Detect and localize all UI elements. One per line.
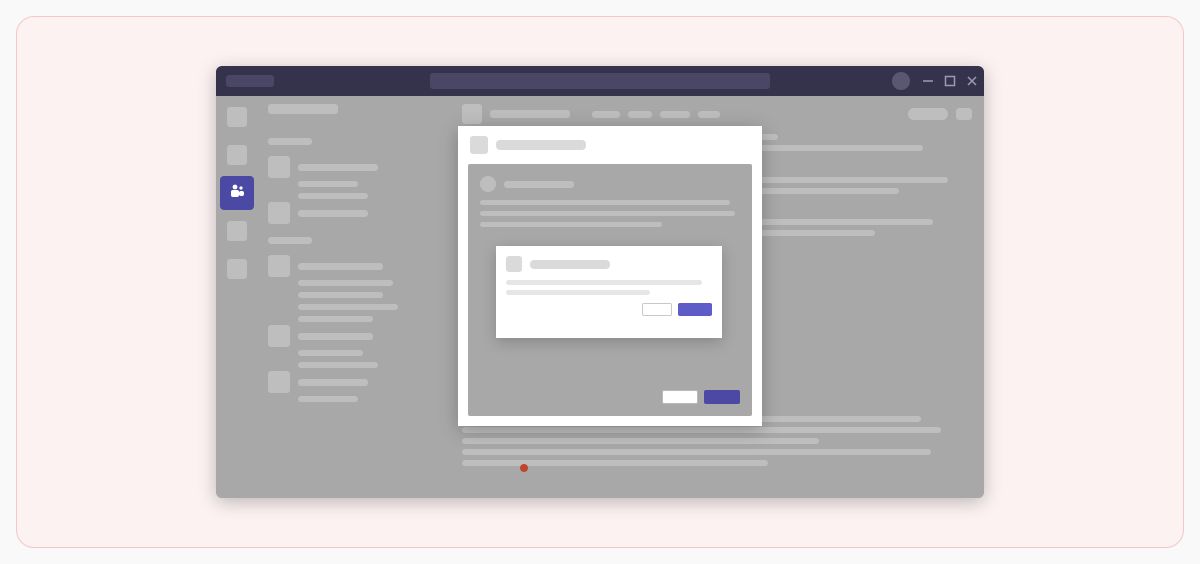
- dialog-title: [496, 140, 586, 150]
- post-line: [462, 427, 941, 433]
- rail-item-chat[interactable]: [220, 138, 254, 172]
- calendar-icon: [227, 221, 247, 241]
- header-action-button[interactable]: [908, 108, 948, 120]
- chat-icon: [227, 145, 247, 165]
- rail-item-teams[interactable]: [220, 176, 254, 210]
- team-avatar-icon: [268, 156, 290, 178]
- sidebar-channel-item[interactable]: [298, 280, 393, 286]
- sidebar-team-name: [298, 263, 383, 270]
- sidebar-section-label: [268, 138, 312, 145]
- sidebar-channel-item[interactable]: [298, 350, 363, 356]
- avatar[interactable]: [892, 72, 910, 90]
- sidebar-team-item[interactable]: [268, 153, 448, 181]
- sidebar-team-name: [298, 333, 373, 340]
- team-avatar-icon: [268, 371, 290, 393]
- team-avatar-icon: [268, 325, 290, 347]
- sidebar-channel-item[interactable]: [298, 181, 358, 187]
- maximize-icon[interactable]: [944, 75, 956, 87]
- post-line: [462, 449, 931, 455]
- rail-item-activity[interactable]: [220, 100, 254, 134]
- team-avatar-icon: [268, 202, 290, 224]
- dialog-post-avatar-icon: [480, 176, 496, 192]
- dialog-body: [468, 164, 752, 416]
- sidebar-team-name: [298, 164, 378, 171]
- sidebar-header: [268, 104, 338, 114]
- channel-title: [490, 110, 570, 118]
- header-more-button[interactable]: [956, 108, 972, 120]
- sidebar-team-name: [298, 210, 368, 217]
- sidebar-channel-item[interactable]: [298, 304, 398, 310]
- sidebar-team-item[interactable]: [268, 252, 448, 280]
- minimize-icon[interactable]: [922, 75, 934, 87]
- teams-icon: [227, 181, 247, 206]
- illustration-frame: [16, 16, 1184, 548]
- sidebar: [258, 96, 458, 498]
- confirm-text-line: [506, 290, 650, 295]
- task-module-dialog: [458, 126, 762, 426]
- confirm-dialog: [496, 246, 722, 338]
- sidebar-team-item[interactable]: [268, 199, 448, 227]
- channel-header: [462, 104, 972, 124]
- confirm-text-line: [506, 280, 702, 285]
- confirm-primary-button[interactable]: [678, 303, 712, 316]
- channel-tab[interactable]: [660, 111, 690, 118]
- activity-icon: [227, 107, 247, 127]
- teams-app-window: [216, 66, 984, 498]
- sidebar-channel-item[interactable]: [298, 292, 383, 298]
- dialog-post-author: [504, 181, 574, 188]
- titlebar: [216, 66, 984, 96]
- channel-tab[interactable]: [592, 111, 620, 118]
- sidebar-channel-item[interactable]: [298, 396, 358, 402]
- team-avatar-icon: [268, 255, 290, 277]
- sidebar-team-name: [298, 379, 368, 386]
- search-input[interactable]: [430, 73, 770, 89]
- channel-avatar-icon: [462, 104, 482, 124]
- app-rail: [216, 96, 258, 498]
- dialog-post-line: [480, 222, 662, 227]
- dialog-post-line: [480, 211, 735, 216]
- rail-item-calls[interactable]: [220, 252, 254, 286]
- confirm-secondary-button[interactable]: [642, 303, 672, 316]
- sidebar-team-item[interactable]: [268, 322, 448, 350]
- confirm-title: [530, 260, 610, 269]
- confirm-app-icon: [506, 256, 522, 272]
- calls-icon: [227, 259, 247, 279]
- close-icon[interactable]: [966, 75, 978, 87]
- post-line: [462, 438, 819, 444]
- notification-dot-icon: [520, 464, 528, 472]
- sidebar-team-item[interactable]: [268, 368, 448, 396]
- dialog-secondary-button[interactable]: [662, 390, 698, 404]
- channel-tab[interactable]: [628, 111, 652, 118]
- dialog-primary-button[interactable]: [704, 390, 740, 404]
- channel-tab[interactable]: [698, 111, 720, 118]
- dialog-app-icon: [470, 136, 488, 154]
- sidebar-section-label: [268, 237, 312, 244]
- app-name-placeholder: [226, 75, 274, 87]
- post-line: [462, 460, 768, 466]
- dialog-post-line: [480, 200, 730, 205]
- rail-item-calendar[interactable]: [220, 214, 254, 248]
